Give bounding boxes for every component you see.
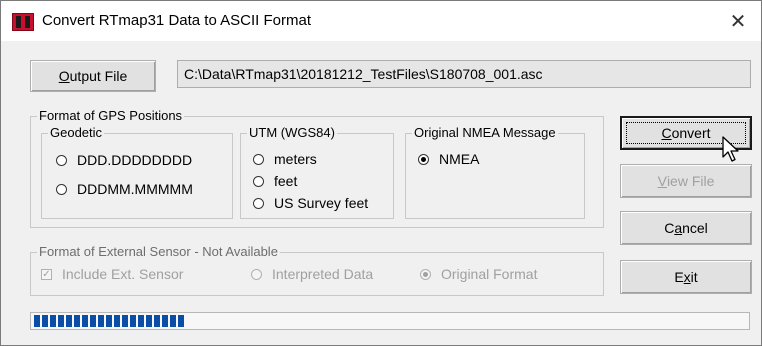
radio-label: meters	[274, 151, 317, 167]
geodetic-group: Geodetic DDD.DDDDDDDD DDDMM.MMMMM	[41, 125, 233, 219]
progress-fill	[34, 315, 746, 327]
radio-button[interactable]	[253, 197, 264, 209]
radio-label: Original Format	[441, 266, 538, 282]
external-sensor-label: Format of External Sensor - Not Availabl…	[37, 244, 280, 259]
external-sensor-group: Format of External Sensor - Not Availabl…	[30, 244, 604, 296]
radio-us-survey-feet[interactable]: US Survey feet	[253, 195, 368, 211]
progress-segment	[122, 315, 128, 327]
radio-interpreted-data[interactable]: Interpreted Data	[251, 266, 373, 282]
output-file-mnemonic: O	[58, 68, 70, 84]
progress-segment	[146, 315, 152, 327]
progress-segment	[170, 315, 176, 327]
progress-segment	[138, 315, 144, 327]
cancel-button[interactable]: Ca ncel	[620, 211, 752, 245]
progress-segment	[74, 315, 80, 327]
title-bar: Convert RTmap31 Data to ASCII Format ✕	[1, 1, 761, 41]
radio-original-format[interactable]: Original Format	[420, 266, 537, 282]
radio-button[interactable]	[418, 153, 429, 165]
view-file-button[interactable]: View File	[620, 164, 752, 198]
window-title: Convert RTmap31 Data to ASCII Format	[42, 12, 311, 29]
close-icon[interactable]: ✕	[715, 1, 761, 41]
radio-label: feet	[274, 173, 298, 189]
mouse-pointer-icon	[722, 136, 739, 162]
progress-segment	[162, 315, 168, 327]
progress-segment	[42, 315, 48, 327]
utm-label: UTM (WGS84)	[247, 125, 337, 140]
progress-segment	[106, 315, 112, 327]
radio-label: NMEA	[439, 151, 480, 167]
nmea-label: Original NMEA Message	[412, 125, 558, 140]
radio-feet[interactable]: feet	[253, 173, 297, 189]
radio-ddd-decimal[interactable]: DDD.DDDDDDDD	[56, 152, 192, 168]
progress-segment	[90, 315, 96, 327]
progress-segment	[66, 315, 72, 327]
progress-bar	[30, 312, 750, 330]
app-icon	[12, 13, 34, 31]
output-path-field[interactable]: C:\Data\RTmap31\20181212_TestFiles\S1807…	[177, 60, 751, 88]
radio-button[interactable]	[420, 268, 431, 280]
view-file-label: iew File	[666, 173, 715, 189]
progress-segment	[34, 315, 40, 327]
cancel-label-end: ncel	[682, 220, 708, 236]
radio-label: DDD.DDDDDDDD	[77, 152, 193, 168]
utm-group: UTM (WGS84) meters feet US Survey feet	[240, 125, 394, 219]
progress-segment	[82, 315, 88, 327]
exit-button[interactable]: Ex it	[620, 260, 752, 294]
geodetic-label: Geodetic	[48, 125, 105, 140]
radio-button[interactable]	[253, 175, 264, 187]
progress-segment	[154, 315, 160, 327]
radio-label: Interpreted Data	[272, 266, 374, 282]
cancel-label-start: C	[664, 220, 675, 236]
view-file-mnemonic: V	[657, 173, 667, 189]
progress-segment	[58, 315, 64, 327]
output-file-label: utput File	[69, 68, 128, 84]
progress-segment	[114, 315, 120, 327]
convert-dialog: Convert RTmap31 Data to ASCII Format ✕ O…	[0, 0, 762, 346]
checkbox-label: Include Ext. Sensor	[62, 266, 184, 282]
checkbox[interactable]: ✓	[41, 268, 52, 280]
radio-button[interactable]	[251, 268, 262, 280]
exit-label-start: E	[674, 269, 684, 285]
gps-format-group: Format of GPS Positions Geodetic DDD.DDD…	[30, 108, 604, 228]
progress-segment	[130, 315, 136, 327]
progress-segment	[178, 315, 184, 327]
progress-segment	[50, 315, 56, 327]
radio-nmea[interactable]: NMEA	[418, 151, 479, 167]
radio-label: DDDMM.MMMMM	[77, 181, 193, 197]
radio-dddmm[interactable]: DDDMM.MMMMM	[56, 181, 193, 197]
radio-button[interactable]	[56, 154, 67, 166]
radio-button[interactable]	[253, 153, 264, 165]
output-file-button[interactable]: Output File	[30, 60, 156, 92]
gps-format-label: Format of GPS Positions	[37, 108, 185, 123]
exit-mnemonic: x	[683, 269, 691, 285]
radio-label: US Survey feet	[274, 195, 369, 211]
cancel-mnemonic: a	[674, 220, 683, 236]
radio-button[interactable]	[56, 183, 67, 195]
progress-segment	[98, 315, 104, 327]
include-ext-sensor-checkbox[interactable]: ✓ Include Ext. Sensor	[41, 266, 183, 282]
radio-meters[interactable]: meters	[253, 151, 317, 167]
exit-label-end: it	[690, 269, 698, 285]
nmea-group: Original NMEA Message NMEA	[405, 125, 585, 219]
